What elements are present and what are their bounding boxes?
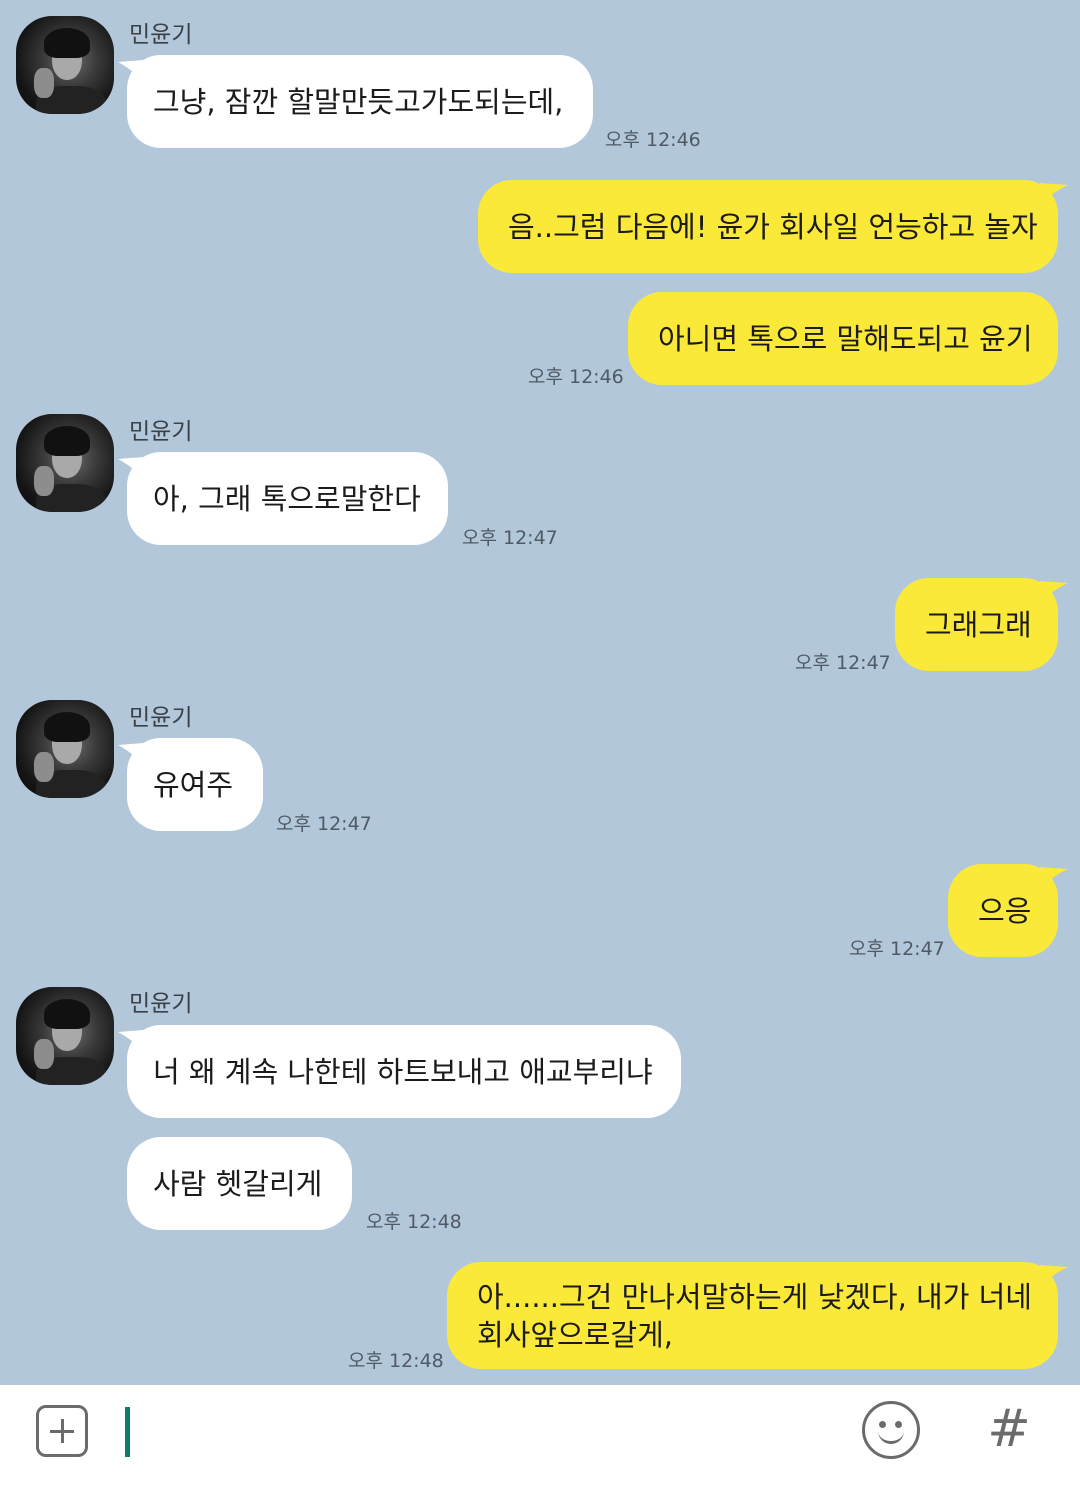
message-text: 아, 그래 톡으로말한다 [153, 481, 421, 516]
message-input[interactable] [122, 1405, 826, 1467]
message-bubble-outgoing[interactable]: 음..그럼 다음에! 윤가 회사일 언능하고 놀자 [478, 180, 1058, 273]
message-bubble-incoming[interactable]: 그냥, 잠깐 할말만듯고가도되는데, [127, 55, 593, 148]
message-bubble-outgoing[interactable]: 그래그래 [895, 578, 1058, 671]
avatar[interactable] [16, 16, 114, 114]
message-bubble-incoming[interactable]: 아, 그래 톡으로말한다 [127, 452, 448, 545]
bubble-tail [1040, 1265, 1068, 1287]
message-time: 오후 12:46 [605, 129, 701, 151]
message-text: 사람 헷갈리게 [153, 1166, 323, 1201]
message-text: 너 왜 계속 나한테 하트보내고 애교부리냐 [153, 1054, 653, 1089]
message-time: 오후 12:47 [795, 652, 891, 674]
message-text: 그래그래 [925, 607, 1032, 642]
message-time: 오후 12:47 [849, 938, 945, 960]
text-caret [125, 1407, 130, 1457]
message-time: 오후 12:46 [528, 366, 624, 388]
message-bubble-outgoing[interactable]: 아......그건 만나서말하는게 낮겠다, 내가 너네 회사앞으로갈게, [447, 1262, 1058, 1369]
message-time: 오후 12:47 [276, 813, 372, 835]
hashtag-button[interactable]: # [984, 1397, 1034, 1461]
bubble-tail [1040, 581, 1068, 603]
message-text-line: 아......그건 만나서말하는게 낮겠다, 내가 너네 [477, 1280, 1032, 1314]
sender-name: 민윤기 [129, 705, 193, 731]
message-input-bar: # [0, 1385, 1080, 1488]
message-time: 오후 12:47 [462, 527, 558, 549]
avatar[interactable] [16, 700, 114, 798]
sender-name: 민윤기 [129, 22, 193, 48]
message-text: 아니면 톡으로 말해도되고 윤기 [658, 321, 1033, 356]
message-text: 음..그럼 다음에! 윤가 회사일 언능하고 놀자 [508, 209, 1038, 244]
message-text: 유여주 [153, 767, 234, 802]
sender-name: 민윤기 [129, 419, 193, 445]
message-bubble-incoming[interactable]: 너 왜 계속 나한테 하트보내고 애교부리냐 [127, 1025, 681, 1118]
message-text: 그냥, 잠깐 할말만듯고가도되는데, [153, 84, 564, 119]
message-text-line: 회사앞으로갈게, [477, 1318, 673, 1352]
plus-square-icon[interactable] [36, 1405, 88, 1457]
message-text: 으응 [978, 893, 1032, 928]
avatar[interactable] [16, 987, 114, 1085]
bubble-tail [1040, 183, 1068, 205]
avatar[interactable] [16, 414, 114, 512]
message-bubble-incoming[interactable]: 유여주 [127, 738, 263, 831]
chat-area[interactable]: 민윤기 그냥, 잠깐 할말만듯고가도되는데, 오후 12:46 음..그럼 다음… [0, 0, 1080, 1385]
message-time: 오후 12:48 [366, 1211, 462, 1233]
message-bubble-outgoing[interactable]: 아니면 톡으로 말해도되고 윤기 [628, 292, 1058, 385]
message-time: 오후 12:48 [348, 1350, 444, 1372]
message-bubble-incoming[interactable]: 사람 헷갈리게 [127, 1137, 352, 1230]
bubble-tail [1040, 867, 1068, 889]
sender-name: 민윤기 [129, 991, 193, 1017]
smiley-icon[interactable] [862, 1401, 920, 1459]
